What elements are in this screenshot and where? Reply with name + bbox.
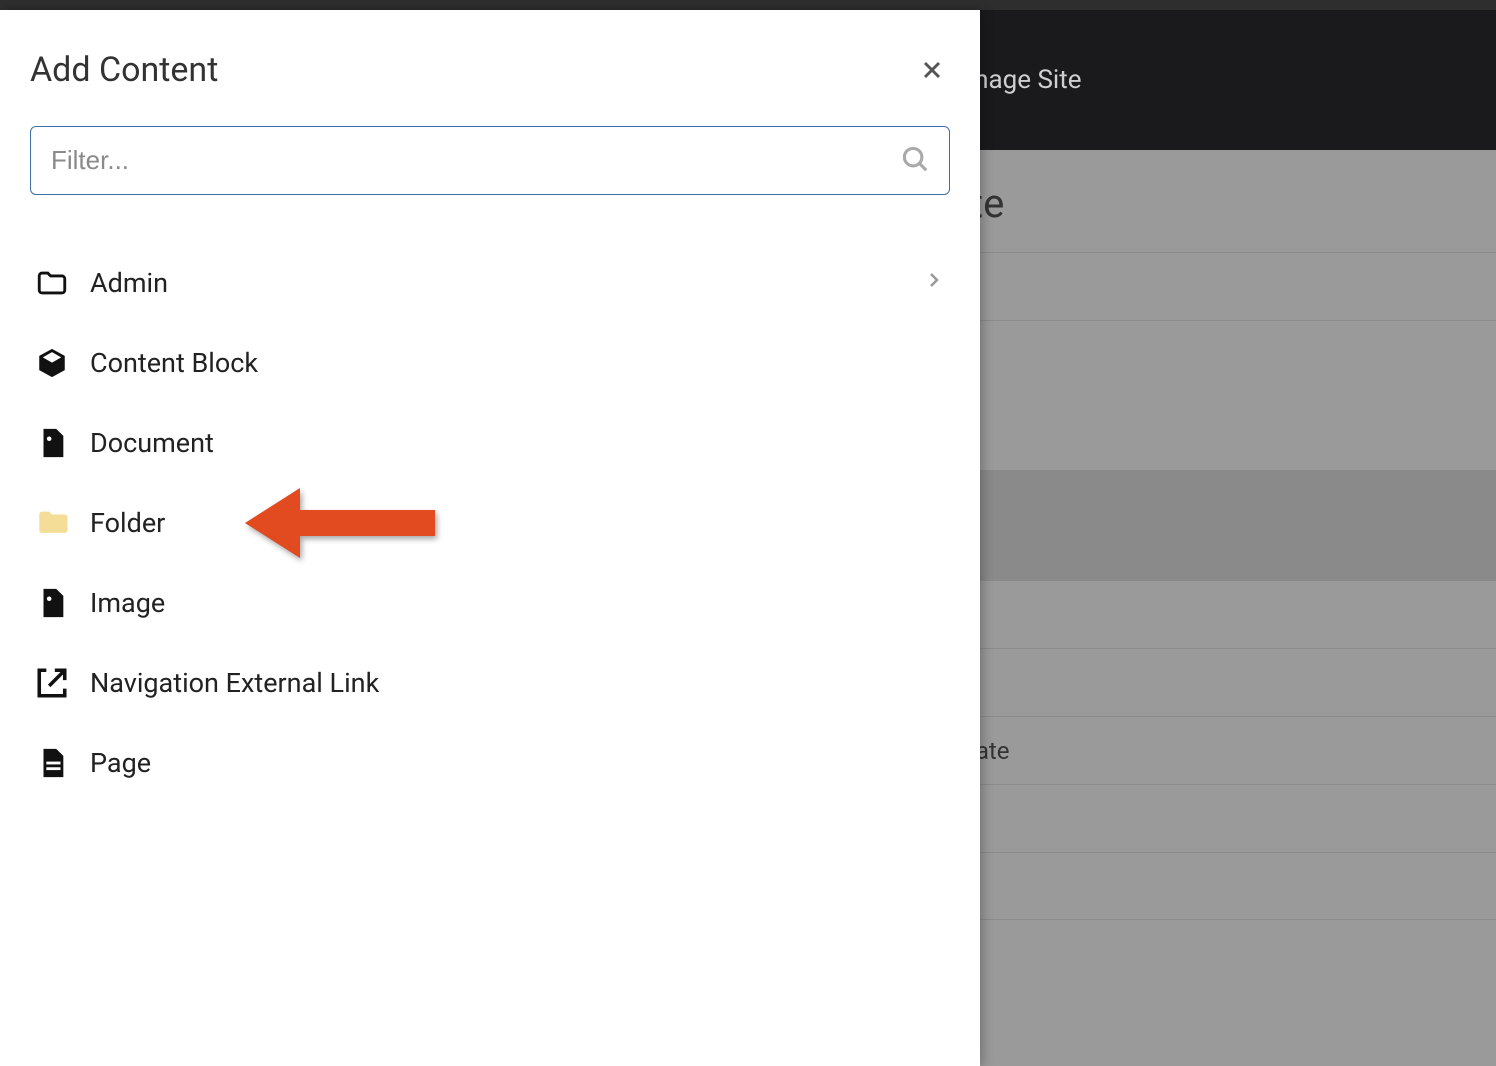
list-item-label: Document bbox=[90, 427, 214, 459]
folder-outline-icon bbox=[34, 265, 70, 301]
list-item-content-block[interactable]: Content Block bbox=[30, 323, 950, 403]
page-icon bbox=[34, 745, 70, 781]
close-button[interactable] bbox=[914, 52, 950, 88]
external-link-icon bbox=[34, 665, 70, 701]
add-content-panel: Add Content Admin Content Block bbox=[0, 10, 980, 1066]
list-item-folder[interactable]: Folder bbox=[30, 483, 950, 563]
chevron-right-icon bbox=[922, 267, 946, 299]
file-media-icon bbox=[34, 585, 70, 621]
list-item-label: Navigation External Link bbox=[90, 667, 379, 699]
list-item-page[interactable]: Page bbox=[30, 723, 950, 803]
content-type-list: Admin Content Block Document Folder bbox=[30, 243, 950, 803]
filter-field-wrap bbox=[30, 126, 950, 195]
list-item-label: Image bbox=[90, 587, 165, 619]
close-icon bbox=[918, 56, 946, 84]
list-item-document[interactable]: Document bbox=[30, 403, 950, 483]
file-media-icon bbox=[34, 425, 70, 461]
folder-filled-icon bbox=[34, 505, 70, 541]
list-item-label: Page bbox=[90, 747, 151, 779]
list-item-label: Admin bbox=[90, 267, 168, 299]
panel-title: Add Content bbox=[30, 50, 218, 90]
cube-icon bbox=[34, 345, 70, 381]
filter-input[interactable] bbox=[30, 126, 950, 195]
search-icon bbox=[900, 144, 930, 178]
list-item-admin[interactable]: Admin bbox=[30, 243, 950, 323]
list-item-label: Folder bbox=[90, 507, 165, 539]
list-item-image[interactable]: Image bbox=[30, 563, 950, 643]
list-item-label: Content Block bbox=[90, 347, 258, 379]
list-item-nav-external-link[interactable]: Navigation External Link bbox=[30, 643, 950, 723]
panel-header: Add Content bbox=[30, 50, 950, 90]
browser-chrome-bar bbox=[0, 0, 1496, 10]
